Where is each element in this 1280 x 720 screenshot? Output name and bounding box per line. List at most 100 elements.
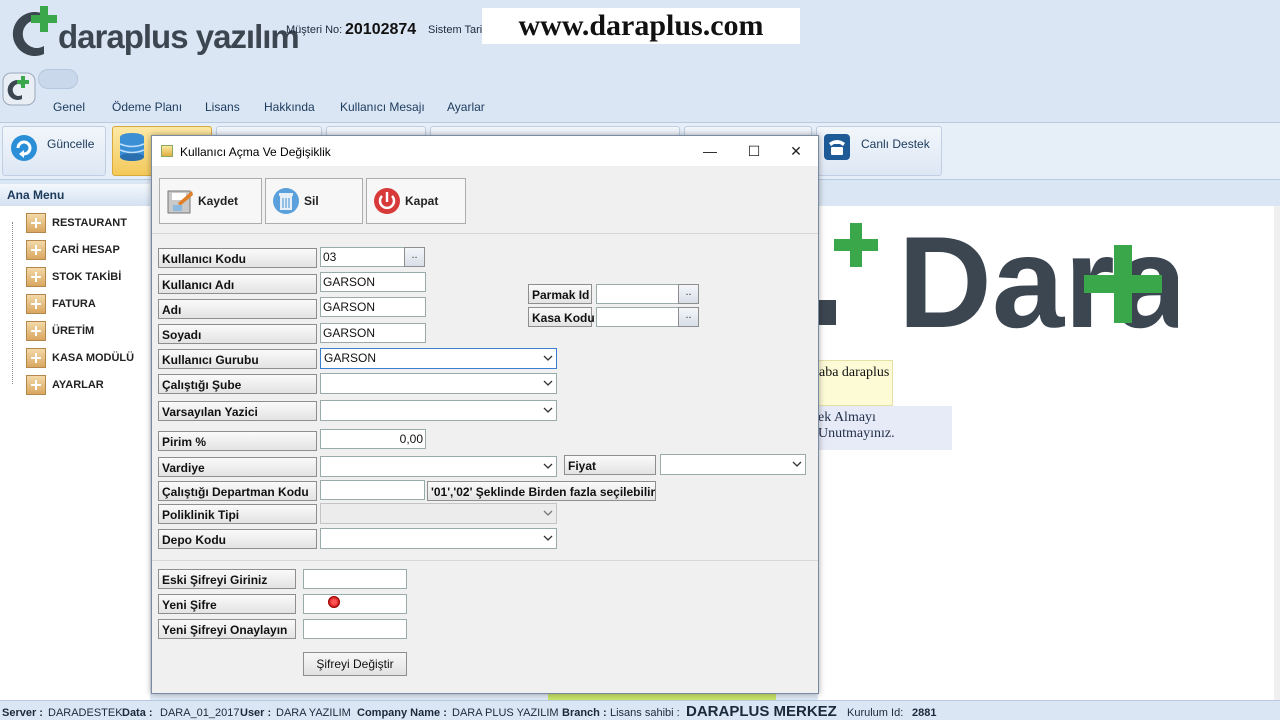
data-value: DARA_01_2017 <box>160 707 240 719</box>
expand-plus-icon <box>26 240 46 260</box>
kasa-kodu-lookup-button[interactable]: .. <box>678 307 699 327</box>
dialog-titlebar[interactable]: Kullanıcı Açma Ve Değişiklik — ☐ ✕ <box>152 136 818 166</box>
sidebar-item-stok-takibi[interactable]: STOK TAKİBİ <box>26 266 121 288</box>
kullanici-gurubu-select[interactable]: GARSON <box>320 348 557 369</box>
poliklinik-select <box>320 503 557 524</box>
welcome-message: aba daraplus <box>818 360 893 406</box>
sidebar-item-uretim[interactable]: ÜRETİM <box>26 320 94 342</box>
menu-kullanici-mesaji[interactable]: Kullanıcı Mesajı <box>340 100 425 114</box>
kullanici-kodu-input[interactable] <box>320 247 405 267</box>
parmak-id-lookup-button[interactable]: .. <box>678 284 699 304</box>
sifreyi-degistir-button[interactable]: Şifreyi Değiştir <box>303 652 407 676</box>
calistigi-sube-label: Çalıştığı Şube <box>158 374 317 394</box>
menu-ayarlar[interactable]: Ayarlar <box>447 100 485 114</box>
sidebar-item-label: KASA MODÜLÜ <box>52 352 135 364</box>
power-icon <box>374 188 400 214</box>
dara-brand-logo: Dara <box>818 209 1178 335</box>
guncelle-button[interactable]: Güncelle <box>2 126 106 176</box>
status-bar: Server : DARADESTEK Data : DARA_01_2017 … <box>0 700 1280 720</box>
minimize-button[interactable]: — <box>688 136 732 166</box>
adi-input[interactable] <box>320 297 426 317</box>
varsayilan-yazici-label: Varsayılan Yazici <box>158 401 317 421</box>
user-value: DARA YAZILIM <box>276 707 351 719</box>
phone-icon <box>824 134 850 160</box>
data-label: Data : <box>122 707 153 719</box>
maximize-button[interactable]: ☐ <box>732 136 776 166</box>
sidebar-item-fatura[interactable]: FATURA <box>26 293 96 315</box>
kapat-button[interactable]: Kapat <box>366 178 466 224</box>
dialog-app-icon <box>161 145 173 157</box>
kullanici-adi-label: Kullanıcı Adı <box>158 274 317 294</box>
license-value: DARAPLUS MERKEZ <box>686 703 837 720</box>
calistigi-sube-select[interactable] <box>320 373 557 394</box>
backup-reminder: ek Almayı Unutmayınız. <box>818 406 952 450</box>
chevron-down-icon <box>543 535 553 541</box>
departman-label: Çalıştığı Departman Kodu <box>158 481 317 501</box>
kasa-kodu-label: Kasa Kodu <box>528 307 595 327</box>
dialog-title: Kullanıcı Açma Ve Değişiklik <box>180 145 331 159</box>
app-menu-icon[interactable] <box>2 72 36 106</box>
tree-connector <box>12 222 13 384</box>
close-window-button[interactable]: ✕ <box>774 136 818 166</box>
section-divider <box>152 560 818 561</box>
expand-plus-icon <box>26 267 46 287</box>
eski-sifre-input[interactable] <box>303 569 407 589</box>
kaydet-button[interactable]: Kaydet <box>159 178 262 224</box>
kapat-label: Kapat <box>405 194 439 208</box>
database-icon <box>119 133 145 161</box>
logo-text: daraplus yazılım <box>58 18 300 55</box>
departman-input[interactable] <box>320 480 425 500</box>
kurulum-label: Kurulum Id: <box>847 707 904 719</box>
chevron-down-icon <box>543 380 553 386</box>
sidebar-item-label: ÜRETİM <box>52 325 95 337</box>
ribbon-tabs-area <box>0 66 1280 122</box>
pirim-input[interactable] <box>320 429 426 449</box>
kullanici-kodu-label: Kullanıcı Kodu <box>158 248 317 268</box>
vardiye-select[interactable] <box>320 456 557 477</box>
ana-menu-header: Ana Menu <box>0 184 150 206</box>
save-icon <box>167 190 193 214</box>
canli-destek-label: Canlı Destek <box>861 137 930 151</box>
main-scrollbar[interactable] <box>1274 206 1280 700</box>
soyadi-input[interactable] <box>320 323 426 343</box>
menu-lisans[interactable]: Lisans <box>205 100 240 114</box>
sidebar-item-label: FATURA <box>52 298 96 310</box>
yeni-sifre-input[interactable] <box>303 594 407 614</box>
canli-destek-button[interactable]: Canlı Destek <box>816 126 942 176</box>
eski-sifre-label: Eski Şifreyi Giriniz <box>158 569 296 589</box>
server-value: DARADESTEK <box>48 707 123 719</box>
varsayilan-yazici-select[interactable] <box>320 400 557 421</box>
kullanici-kodu-lookup-button[interactable]: .. <box>404 247 425 267</box>
fiyat-select[interactable] <box>660 454 806 475</box>
chevron-down-icon <box>792 461 802 467</box>
parmak-id-input[interactable] <box>596 284 679 304</box>
dialog-toolbar: Kaydet Sil Kapat <box>152 166 818 234</box>
departman-hint: '01','02' Şeklinde Birden fazla seçilebi… <box>427 481 656 501</box>
depo-kodu-select[interactable] <box>320 528 557 549</box>
quick-access-toolbar[interactable] <box>38 69 78 89</box>
license-label: Lisans sahibi : <box>610 707 680 719</box>
kasa-kodu-input[interactable] <box>596 307 679 327</box>
sidebar-item-kasa-modulu[interactable]: KASA MODÜLÜ <box>26 347 134 369</box>
expand-plus-icon <box>26 348 46 368</box>
kullanici-gurubu-label: Kullanıcı Gurubu <box>158 349 317 369</box>
update-icon <box>11 135 37 161</box>
menu-odeme-plani[interactable]: Ödeme Planı <box>112 100 182 114</box>
expand-plus-icon <box>26 321 46 341</box>
kullanici-adi-input[interactable] <box>320 272 426 292</box>
sidebar-item-ayarlar[interactable]: AYARLAR <box>26 374 104 396</box>
yeni-sifre-onay-input[interactable] <box>303 619 407 639</box>
sidebar-item-restaurant[interactable]: RESTAURANT <box>26 212 127 234</box>
system-date-label: Sistem Tari <box>428 24 483 36</box>
menu-genel[interactable]: Genel <box>53 100 85 114</box>
guncelle-label: Güncelle <box>47 137 95 151</box>
server-label: Server : <box>2 707 43 719</box>
sil-button[interactable]: Sil <box>265 178 363 224</box>
chevron-down-icon <box>543 407 553 413</box>
expand-plus-icon <box>26 375 46 395</box>
poliklinik-label: Poliklinik Tipi <box>158 504 317 524</box>
menu-hakkinda[interactable]: Hakkında <box>264 100 315 114</box>
sidebar-item-cari-hesap[interactable]: CARİ HESAP <box>26 239 120 261</box>
company-value: DARA PLUS YAZILIM <box>452 707 559 719</box>
sidebar-item-label: AYARLAR <box>52 379 104 391</box>
